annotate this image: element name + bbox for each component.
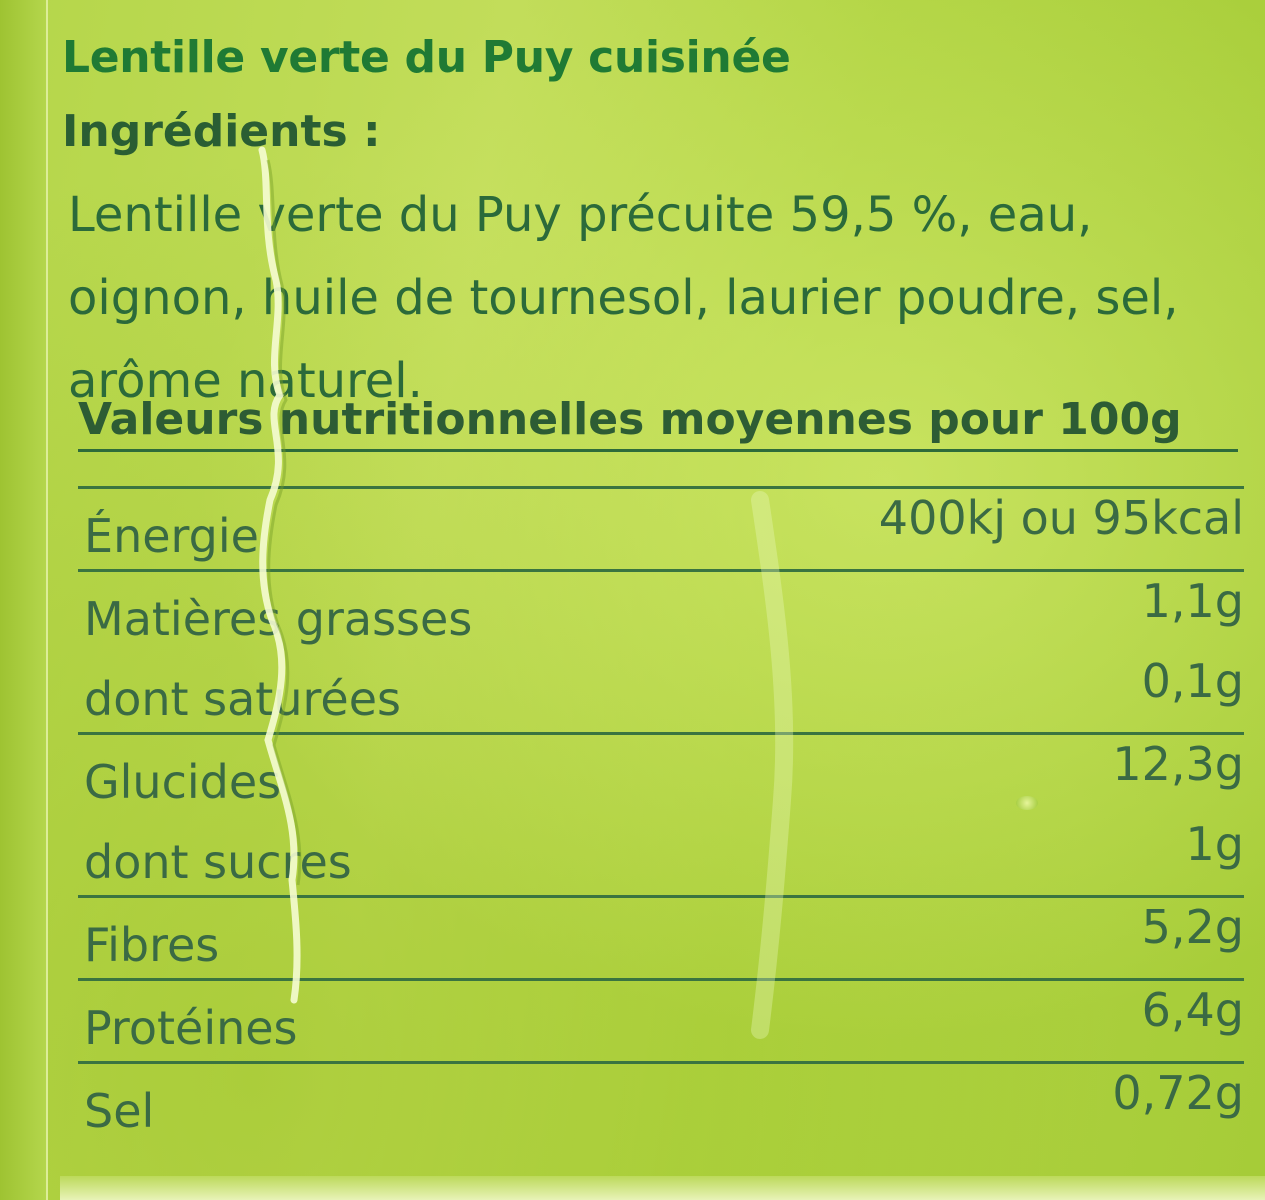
- nutrient-name: dont saturées: [84, 672, 401, 726]
- ingredients-text: Lentille verte du Puy précuite 59,5 %, e…: [68, 187, 1179, 409]
- nutrient-name: Énergie: [84, 509, 259, 563]
- nutrient-name: Matières grasses: [84, 592, 473, 646]
- nutrient-value: 1,1g: [1141, 574, 1244, 628]
- nutrient-name: dont sucres: [84, 835, 352, 889]
- nutrient-name: Fibres: [84, 918, 220, 972]
- nutrition-heading: Valeurs nutritionnelles moyennes pour 10…: [78, 394, 1238, 452]
- product-title: Lentille verte du Puy cuisinée: [62, 32, 791, 83]
- nutrition-table: Énergie 400kj ou 95kcal Matières grasses…: [78, 486, 1244, 1144]
- nutrition-row-sugars: dont sucres 1g: [78, 815, 1244, 895]
- nutrient-value: 12,3g: [1112, 737, 1244, 791]
- nutrient-name: Sel: [84, 1084, 155, 1138]
- nutrition-row-fibre: Fibres 5,2g: [78, 895, 1244, 978]
- nutrition-row-fat: Matières grasses 1,1g: [78, 569, 1244, 652]
- nutrition-row-protein: Protéines 6,4g: [78, 978, 1244, 1061]
- nutrient-value: 6,4g: [1141, 983, 1244, 1037]
- package-left-edge: [0, 0, 48, 1200]
- ingredients-heading: Ingrédients :: [62, 106, 381, 157]
- nutrient-value: 0,1g: [1141, 654, 1244, 708]
- nutrition-row-salt: Sel 0,72g: [78, 1061, 1244, 1144]
- droplet-spot: [1016, 796, 1038, 810]
- nutrient-value: 0,72g: [1112, 1066, 1244, 1120]
- nutrition-row-energy: Énergie 400kj ou 95kcal: [78, 486, 1244, 569]
- nutrient-value: 5,2g: [1141, 900, 1244, 954]
- nutrient-value: 1g: [1185, 817, 1244, 871]
- nutrition-row-carbs: Glucides 12,3g: [78, 732, 1244, 815]
- nutrition-row-saturated: dont saturées 0,1g: [78, 652, 1244, 732]
- nutrient-name: Protéines: [84, 1001, 298, 1055]
- nutrient-name: Glucides: [84, 755, 282, 809]
- nutrient-value: 400kj ou 95kcal: [878, 491, 1244, 545]
- package-bottom-edge: [60, 1176, 1265, 1200]
